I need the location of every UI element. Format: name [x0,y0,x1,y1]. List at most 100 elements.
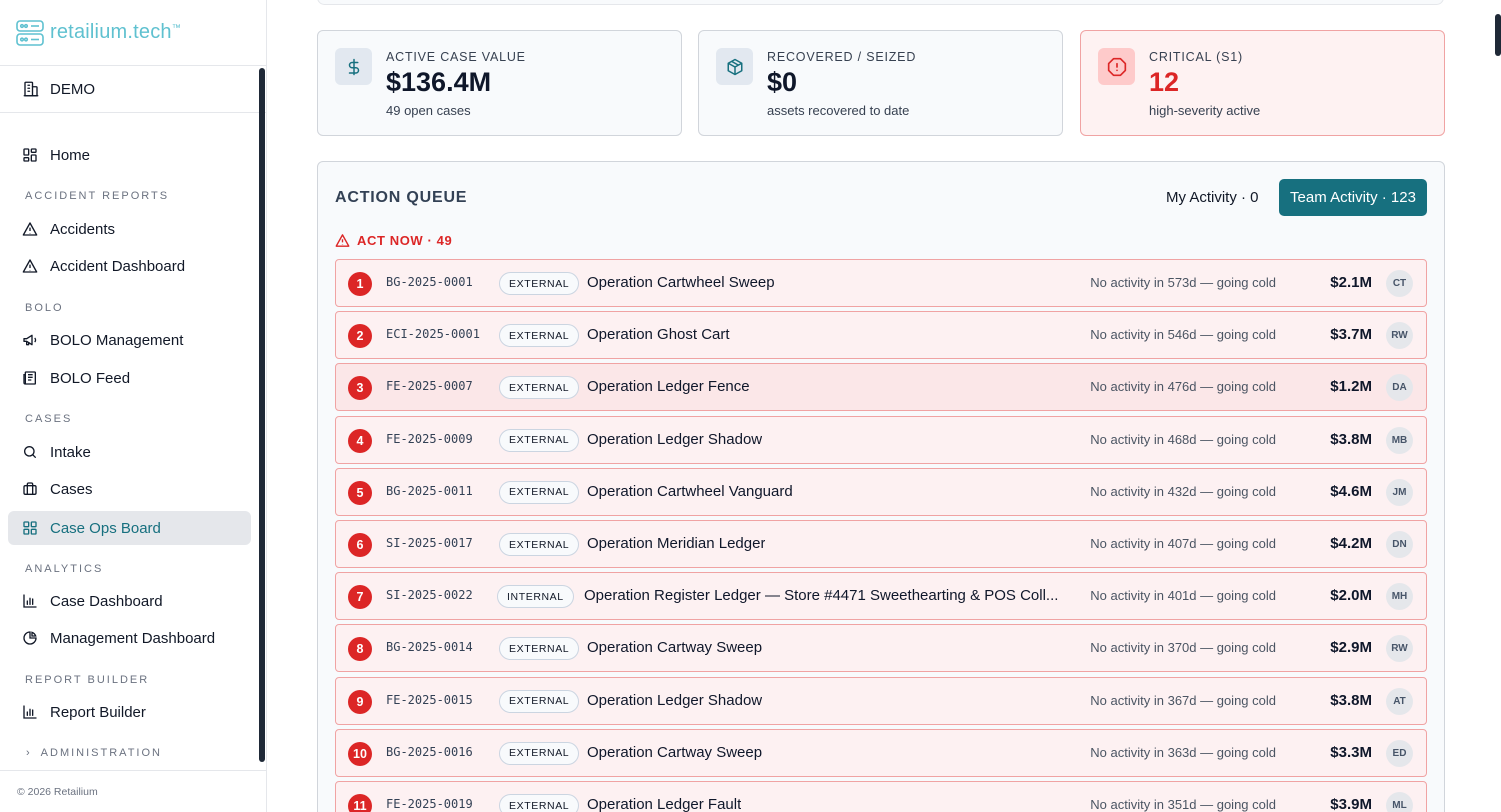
case-amount: $3.8M [1330,691,1372,709]
sidebar-item-accident-dashboard[interactable]: Accident Dashboard [8,249,251,283]
section-accident-reports: ACCIDENT REPORTS [25,190,170,202]
case-type-badge: EXTERNAL [499,480,580,504]
case-amount: $3.9M [1330,796,1372,812]
assignee-avatar[interactable]: DA [1386,374,1413,402]
table-row[interactable]: 8 BG-2025-0014 EXTERNAL Operation Cartway S… [335,624,1427,673]
sidebar-item-management-dashboard[interactable]: Management Dashboard [8,621,251,655]
sidebar-item-cases[interactable]: Cases [8,472,251,506]
card-value: $0 [767,67,798,97]
briefcase-icon [23,482,37,495]
main-content: ACTIVE CASE VALUE $136.4M 49 open cases … [267,0,1501,812]
sidebar-item-case-ops-board[interactable]: Case Ops Board [8,511,251,545]
sidebar-item-intake[interactable]: Intake [8,435,251,469]
brand-name: retailium.tech™ [50,21,181,43]
case-type-badge: EXTERNAL [499,533,580,556]
table-row[interactable]: 2 ECI-2025-0001 EXTERNAL Operation Ghost Ca… [335,311,1427,360]
table-row[interactable]: 5 BG-2025-0011 EXTERNAL Operation Cartwheel… [335,467,1427,516]
sidebar-item-label: Case Ops Board [50,519,161,537]
sidebar-scrollbar[interactable] [259,68,265,762]
card-subtext: assets recovered to date [767,103,910,118]
table-row[interactable]: 7 SI-2025-0022 INTERNAL Operation Register … [335,572,1427,621]
activity-status: No activity in 432d — going cold [1090,483,1276,499]
case-name[interactable]: Operation Ledger Fault [587,796,741,812]
case-type-badge: INTERNAL [497,585,574,609]
page-scrollbar[interactable] [1495,14,1501,56]
sidebar-item-case-dashboard[interactable]: Case Dashboard [8,584,251,618]
sidebar-item-label: Cases [50,480,93,498]
section-bolo: BOLO [25,302,64,314]
section-analytics: ANALYTICS [25,563,104,575]
newspaper-icon [23,371,36,385]
card-label: CRITICAL (S1) [1149,50,1243,64]
case-type-badge: EXTERNAL [499,637,580,661]
assignee-avatar[interactable]: ML [1386,792,1413,812]
sidebar-item-report-builder[interactable]: Report Builder [8,695,251,729]
table-row[interactable]: 11 FE-2025-0019 EXTERNAL Operation Ledger F… [335,781,1427,812]
case-type-badge: EXTERNAL [499,376,580,400]
assignee-avatar[interactable]: ED [1386,739,1413,767]
assignee-avatar[interactable]: RW [1386,635,1413,663]
case-amount: $2.9M [1330,639,1372,657]
card-critical-s1: CRITICAL (S1) 12 high-severity active [1080,30,1445,136]
case-id: FE-2025-0007 [386,379,473,394]
table-row[interactable]: 10 BG-2025-0016 EXTERNAL Operation Cartway … [335,728,1427,777]
case-name[interactable]: Operation Cartway Sweep [587,639,762,656]
rank-badge: 9 [348,689,372,714]
sidebar-item-label: BOLO Feed [50,369,131,387]
rank-badge: 11 [348,794,372,812]
warning-icon [335,234,350,247]
sidebar-item-label: Management Dashboard [50,629,216,647]
activity-status: No activity in 573d — going cold [1090,275,1276,290]
activity-status: No activity in 351d — going cold [1090,797,1276,812]
assignee-avatar[interactable]: RW [1386,322,1413,350]
warning-icon [22,259,38,273]
package-check-icon [727,58,742,75]
case-name[interactable]: Operation Ledger Shadow [587,431,762,448]
case-name[interactable]: Operation Register Ledger — Store #4471 … [584,587,1058,604]
case-name[interactable]: Operation Cartwheel Sweep [587,274,775,291]
pie-chart-icon [23,631,37,645]
table-row[interactable]: 6 SI-2025-0017 EXTERNAL Operation Meridian … [335,520,1427,568]
case-id: BG-2025-0016 [386,744,473,759]
card-label: ACTIVE CASE VALUE [386,50,526,64]
sidebar-item-bolo-management[interactable]: BOLO Management [8,323,251,357]
rank-badge: 2 [348,324,372,349]
case-name[interactable]: Operation Meridian Ledger [587,535,765,552]
team-activity-button[interactable]: Team Activity · 123 [1279,179,1427,216]
case-name[interactable]: Operation Ledger Shadow [587,692,762,709]
sidebar-item-label: Home [50,146,91,164]
table-row[interactable]: 3 FE-2025-0007 EXTERNAL Operation Ledger Fe… [335,363,1427,412]
sidebar-item-home[interactable]: Home [8,138,251,172]
case-name[interactable]: Operation Cartwheel Vanguard [587,483,793,500]
table-row[interactable]: 4 FE-2025-0009 EXTERNAL Operation Ledger Sh… [335,415,1427,464]
sidebar-item-label: BOLO Management [50,331,184,349]
sidebar-item-bolo-feed[interactable]: BOLO Feed [8,361,251,395]
case-id: FE-2025-0009 [386,431,473,446]
org-name: DEMO [50,80,95,98]
card-subtext: high-severity active [1149,103,1261,118]
assignee-avatar[interactable]: MH [1386,583,1413,611]
assignee-avatar[interactable]: JM [1386,478,1413,506]
sidebar-item-accidents[interactable]: Accidents [8,212,251,246]
card-subtext: 49 open cases [386,103,471,118]
case-amount: $1.2M [1330,378,1372,396]
section-report-builder: REPORT BUILDER [25,674,150,686]
assignee-avatar[interactable]: MB [1386,426,1413,454]
rank-badge: 10 [348,741,372,766]
table-row[interactable]: 9 FE-2025-0015 EXTERNAL Operation Ledger Sh… [335,676,1427,725]
assignee-avatar[interactable]: CT [1386,270,1413,297]
brand[interactable]: retailium.tech™ [0,0,266,66]
assignee-avatar[interactable]: DN [1386,531,1413,558]
section-administration-toggle[interactable]: › ADMINISTRATION [26,747,162,759]
my-activity-button[interactable]: My Activity · 0 [1166,189,1259,206]
activity-status: No activity in 363d — going cold [1090,744,1276,760]
org-selector[interactable]: DEMO [0,66,266,113]
assignee-avatar[interactable]: AT [1386,687,1413,715]
case-id: BG-2025-0014 [386,640,473,655]
table-row[interactable]: 1 BG-2025-0001 EXTERNAL Operation Cartwheel… [335,259,1427,307]
case-name[interactable]: Operation Ledger Fence [587,378,750,395]
case-amount: $4.2M [1330,535,1372,552]
case-name[interactable]: Operation Ghost Cart [587,326,730,343]
case-name[interactable]: Operation Cartway Sweep [587,744,762,761]
rank-badge: 1 [348,272,372,296]
